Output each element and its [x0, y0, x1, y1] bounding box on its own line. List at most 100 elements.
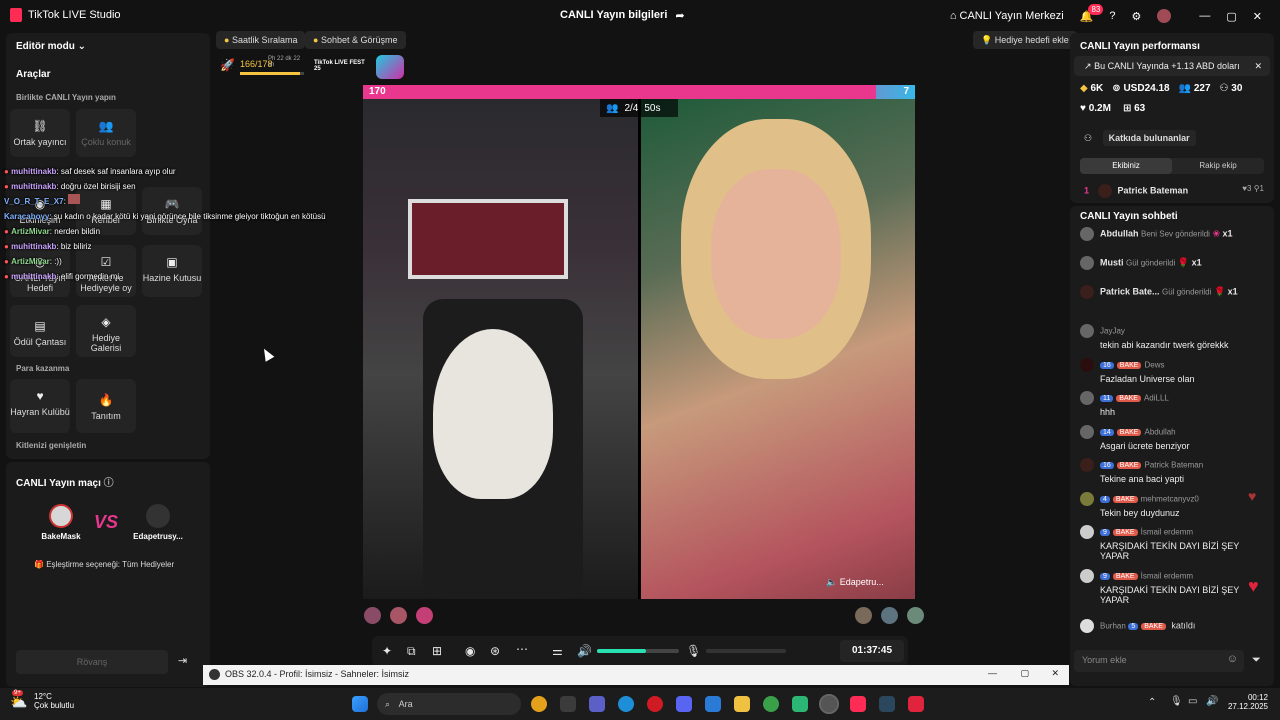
- avatar[interactable]: [390, 607, 407, 624]
- gift-icon: ❀: [1212, 228, 1221, 239]
- reward-bag-tool[interactable]: ▤ Ödül Çantası: [10, 305, 70, 357]
- add-source-icon[interactable]: ⊞: [432, 644, 442, 658]
- close-button[interactable]: ✕: [1051, 668, 1059, 679]
- teams-icon[interactable]: [589, 696, 605, 712]
- flame-icon: 🔥: [98, 393, 114, 407]
- store-icon[interactable]: [560, 696, 576, 712]
- chevron-up-icon[interactable]: ⌃: [1148, 697, 1156, 708]
- volume-icon[interactable]: 🔊: [1206, 696, 1218, 707]
- maximize-button[interactable]: ▢: [1020, 668, 1029, 679]
- mouse-cursor-icon: [259, 346, 275, 362]
- hourly-ranking-chip[interactable]: ● Saatlik Sıralama: [216, 31, 306, 49]
- minimize-button[interactable]: —: [988, 668, 997, 678]
- youtube-icon[interactable]: [908, 696, 924, 712]
- emoji-icon[interactable]: ☺: [1227, 653, 1238, 665]
- minimize-button[interactable]: —: [1199, 10, 1210, 22]
- fire-icon: ●: [4, 167, 9, 176]
- microphone-icon[interactable]: 🎙: [1170, 696, 1183, 707]
- network-icon[interactable]: ▭: [1188, 696, 1197, 707]
- multi-guest-tool[interactable]: 👥 Çoklu konuk: [76, 109, 136, 157]
- tab-your-team[interactable]: Ekibiniz: [1080, 158, 1172, 174]
- more-icon[interactable]: ⋯: [516, 642, 528, 656]
- record-icon[interactable]: ◉: [465, 644, 475, 658]
- app-icon[interactable]: [792, 696, 808, 712]
- exit-match-icon[interactable]: ⇥: [178, 654, 187, 667]
- live-info-button[interactable]: CANLI Yayın bilgileri ➦: [560, 9, 685, 22]
- promote-tool[interactable]: 🔥 Tanıtım: [76, 379, 136, 433]
- avatar: [1080, 391, 1094, 405]
- comment-input[interactable]: Yorum ekle ☺: [1074, 650, 1244, 672]
- sticker-icon: [68, 194, 81, 204]
- fest-mascot-icon[interactable]: [376, 55, 404, 79]
- weather-widget[interactable]: ⛅ 9+ 12°C Çok bulutlu: [10, 690, 74, 710]
- avatar[interactable]: [907, 607, 924, 624]
- discord-icon[interactable]: [676, 696, 692, 712]
- avatar[interactable]: [881, 607, 898, 624]
- live-preview[interactable]: 170 7 🔈 Edapetru... 👥 2/4 50s: [363, 85, 915, 599]
- mic-volume-slider[interactable]: [706, 649, 786, 653]
- gift-message: Abdullah Beni Sev gönderildi ❀ x1: [1080, 227, 1270, 241]
- gear-icon[interactable]: ⚙: [1132, 10, 1142, 23]
- notifications-button[interactable]: 🔔 83: [1080, 3, 1104, 23]
- co-host-tool[interactable]: ⛓ Ortak yayıncı: [10, 109, 70, 157]
- avatar[interactable]: [416, 607, 433, 624]
- gift-message: Musti Gül gönderildi 🌹 x1: [1080, 256, 1270, 270]
- editor-mode-dropdown[interactable]: Editör modu ⌄: [16, 41, 86, 52]
- avatar[interactable]: [1157, 9, 1172, 23]
- rematch-button[interactable]: Rövanş: [16, 650, 168, 674]
- chat-call-chip[interactable]: ● Sohbet & Görüşme: [305, 31, 406, 49]
- tiktok-icon[interactable]: [850, 696, 866, 712]
- close-button[interactable]: ✕: [1253, 10, 1262, 23]
- left-score: 170: [369, 86, 386, 97]
- avatar[interactable]: [364, 607, 381, 624]
- magic-wand-icon[interactable]: ✦: [382, 644, 392, 658]
- clock[interactable]: 00:12 27.12.2025: [1226, 693, 1268, 711]
- stat-shares: ⊞ 63: [1122, 103, 1146, 114]
- chrome-icon[interactable]: [531, 696, 547, 712]
- layout-icon[interactable]: ⧉: [407, 644, 416, 659]
- chat-message: 16 BAKE Dews Fazladan Universe olan: [1080, 358, 1270, 384]
- avatar[interactable]: [855, 607, 872, 624]
- settings-sliders-icon[interactable]: ⚌: [552, 644, 563, 658]
- notification-badge: 83: [1088, 3, 1104, 15]
- stat-diamonds: ◆ 6K: [1080, 83, 1104, 94]
- obs-window-titlebar[interactable]: OBS 32.0.4 - Profil: İsimsiz - Sahneler:…: [203, 665, 1069, 685]
- file-explorer-icon[interactable]: [734, 696, 750, 712]
- fan-club-tool[interactable]: ♥ Hayran Kulübü: [10, 379, 70, 433]
- live-center-link[interactable]: ⌂ CANLI Yayın Merkezi: [950, 10, 1064, 22]
- contributors-button[interactable]: ⚇ Katkıda bulunanlar: [1084, 130, 1196, 146]
- info-icon[interactable]: ⓘ: [104, 478, 114, 489]
- chrome-icon[interactable]: [763, 696, 779, 712]
- edge-icon[interactable]: [618, 696, 634, 712]
- camera-switch-icon[interactable]: ⊛: [490, 644, 500, 658]
- chat-message: 14 BAKE Abdullah Asgari ücrete benziyor: [1080, 425, 1270, 451]
- steam-icon[interactable]: [879, 696, 895, 712]
- mail-icon[interactable]: [705, 696, 721, 712]
- speaker-icon[interactable]: 🔊: [577, 644, 592, 658]
- player-two[interactable]: Edapetrusy...: [118, 504, 198, 541]
- help-icon[interactable]: ?: [1109, 10, 1115, 22]
- windows-start-icon[interactable]: [352, 696, 368, 712]
- obs-icon[interactable]: [819, 694, 839, 714]
- home-icon: ⌂: [949, 10, 957, 22]
- taskbar-search[interactable]: ⌕ Ara: [377, 693, 521, 715]
- diamond-icon: ◆: [1080, 83, 1088, 94]
- fire-icon: ●: [4, 257, 9, 266]
- maximize-button[interactable]: ▢: [1226, 10, 1236, 23]
- heart-reaction-icon: ♥: [1248, 576, 1259, 596]
- microphone-icon[interactable]: 🎙: [686, 644, 701, 658]
- opera-icon[interactable]: [647, 696, 663, 712]
- pairing-option[interactable]: 🎁 Eşleştirme seçeneği: Tüm Hediyeler: [34, 560, 174, 569]
- tab-rival-team[interactable]: Rakip ekip: [1172, 158, 1264, 174]
- speaker-volume-slider[interactable]: [597, 649, 679, 653]
- overlay-line: ● ArtizMivar: nerden bildin: [4, 227, 101, 236]
- battle-status: 👥 2/4 50s: [600, 99, 678, 117]
- player-one[interactable]: BakeMask: [26, 504, 96, 541]
- close-icon[interactable]: ✕: [1254, 56, 1262, 76]
- gift-goal-chip[interactable]: 💡 Hediye hedefi ekle: [973, 31, 1077, 49]
- gift-gallery-tool[interactable]: ◈ Hediye Galerisi: [76, 305, 136, 357]
- chat-message: 16 BAKE Patrick Bateman Tekine ana baci yap…: [1080, 458, 1270, 484]
- weather-icon: ⛅: [10, 694, 28, 710]
- filter-icon[interactable]: ⏷: [1252, 654, 1261, 667]
- top-contributor-row[interactable]: 1 Patrick Bateman ♥3 ⚲1: [1084, 184, 1264, 198]
